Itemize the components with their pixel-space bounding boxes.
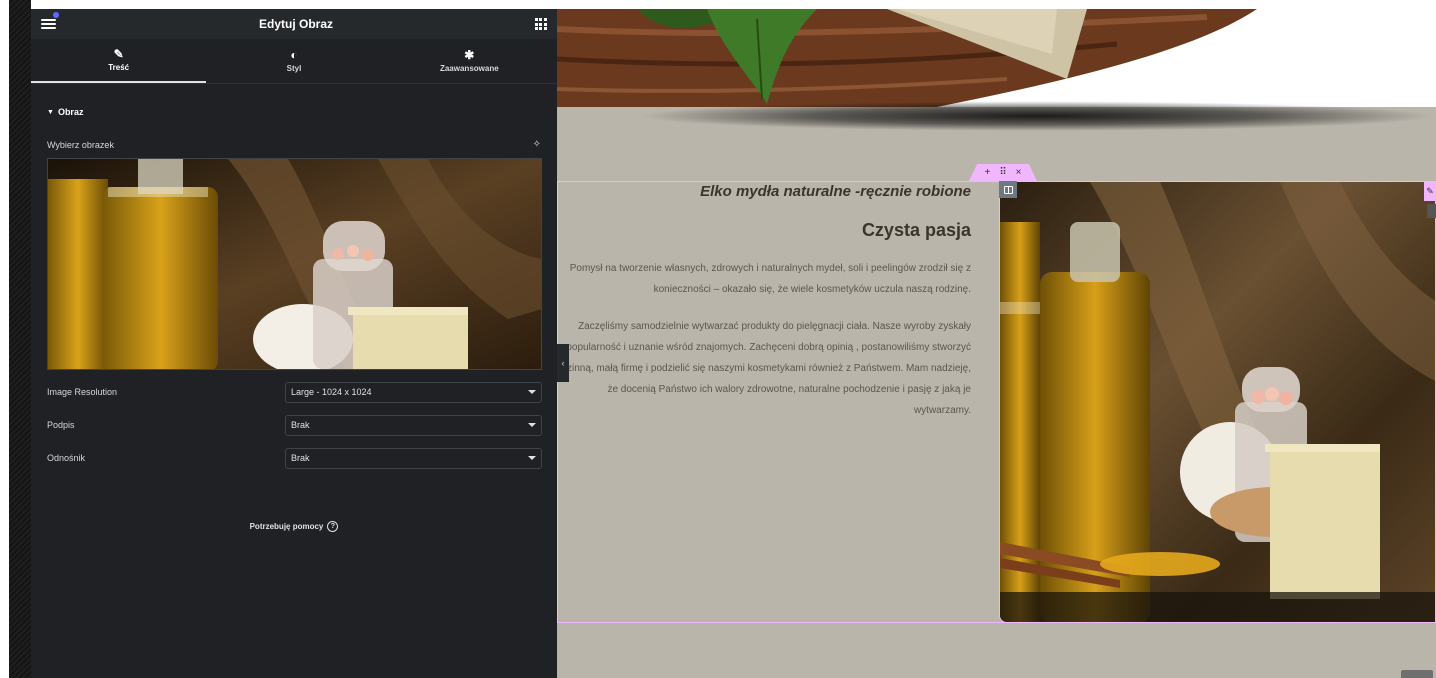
pencil-icon: ✎ <box>1426 185 1434 196</box>
tab-advanced[interactable]: ✱ Zaawansowane <box>382 39 557 83</box>
section-subtitle: Elko mydła naturalne -ręcznie robione <box>700 183 971 200</box>
link-select[interactable]: Brak <box>285 447 542 469</box>
caption-select[interactable]: Brak <box>285 414 542 436</box>
pencil-icon: ✎ <box>113 47 124 61</box>
paragraph-2: Zaczęliśmy samodzielnie wytwarzać produk… <box>557 321 971 416</box>
choose-image-label: Wybierz obrazek <box>47 139 114 150</box>
column-icon <box>1003 185 1013 194</box>
field-label: Podpis <box>47 420 75 430</box>
menu-icon[interactable] <box>41 18 57 30</box>
question-icon: ? <box>327 521 339 532</box>
contrast-icon: ◐ <box>290 48 298 62</box>
section-toggle-image[interactable]: ▼ Obraz <box>31 107 557 117</box>
notification-dot <box>53 12 59 18</box>
panel-title: Edytuj Obraz <box>258 17 333 31</box>
close-icon[interactable]: × <box>1016 167 1022 178</box>
widget-secondary-handle[interactable] <box>1427 204 1436 218</box>
collapse-panel-button[interactable]: ‹ <box>557 344 569 382</box>
chevron-down-icon <box>528 456 536 460</box>
field-link: Odnośnik Brak <box>31 447 557 469</box>
tab-label: Styl <box>286 64 302 73</box>
editor-tabs: ✎ Treść ◐ Styl ✱ Zaawansowane <box>31 39 557 84</box>
widget-edit-handle[interactable]: ✎ <box>1424 181 1436 201</box>
tab-style[interactable]: ◐ Styl <box>206 39 381 83</box>
paragraph-1: Pomysł na tworzenie własnych, zdrowych i… <box>569 263 971 295</box>
left-border <box>0 0 9 678</box>
tab-label: Treść <box>108 63 130 72</box>
text-column: Elko mydła naturalne -ręcznie robione Cz… <box>557 181 999 623</box>
select-value: Brak <box>291 420 310 430</box>
spa-products-image <box>48 159 541 369</box>
ai-sparkle-icon[interactable]: ✧ <box>533 139 541 150</box>
chevron-down-icon <box>528 390 536 394</box>
select-value: Large - 1024 x 1024 <box>291 387 372 397</box>
help-link[interactable]: Potrzebuję pomocy ? <box>31 521 557 532</box>
top-border <box>0 0 1436 9</box>
section-heading: Czysta pasja <box>861 220 971 240</box>
gear-icon: ✱ <box>464 48 475 62</box>
widgets-grid-icon[interactable] <box>534 18 547 30</box>
panel-header: Edytuj Obraz <box>31 9 557 39</box>
field-label: Image Resolution <box>47 387 118 397</box>
tab-content[interactable]: ✎ Treść <box>31 39 207 83</box>
field-image-resolution: Image Resolution Large - 1024 x 1024 <box>31 381 557 403</box>
chevron-down-icon <box>528 423 536 427</box>
field-caption: Podpis Brak <box>31 414 557 436</box>
select-value: Brak <box>291 453 310 463</box>
site-preview: + ⠿ × Elko mydła naturalne -ręcznie robi… <box>557 9 1436 678</box>
choose-image-row: Wybierz obrazek ✧ <box>31 139 557 150</box>
hero-shadow <box>637 101 1436 131</box>
hero-image <box>557 9 1436 107</box>
field-label: Odnośnik <box>47 453 86 463</box>
drag-handle-icon[interactable]: ⠿ <box>999 167 1006 178</box>
scroll-to-top-button[interactable] <box>1401 670 1433 678</box>
spa-products-image <box>1000 182 1435 622</box>
image-column[interactable] <box>999 181 1436 623</box>
caret-down-icon: ▼ <box>47 108 54 116</box>
chevron-left-icon: ‹ <box>561 358 565 368</box>
settings-fields: Image Resolution Large - 1024 x 1024 Pod… <box>31 381 557 469</box>
help-label: Potrzebuję pomocy <box>249 522 324 531</box>
tab-label: Zaawansowane <box>439 64 499 73</box>
editor-panel: Edytuj Obraz ✎ Treść ◐ Styl ✱ Zaawansowa… <box>31 9 557 678</box>
column-handle[interactable] <box>999 181 1017 198</box>
section-title: Obraz <box>57 107 84 117</box>
section-handle: + ⠿ × <box>969 164 1037 181</box>
add-icon[interactable]: + <box>984 167 990 178</box>
image-resolution-select[interactable]: Large - 1024 x 1024 <box>285 381 542 403</box>
image-picker-preview[interactable] <box>47 158 542 370</box>
soap-on-wood-image <box>557 9 1436 107</box>
